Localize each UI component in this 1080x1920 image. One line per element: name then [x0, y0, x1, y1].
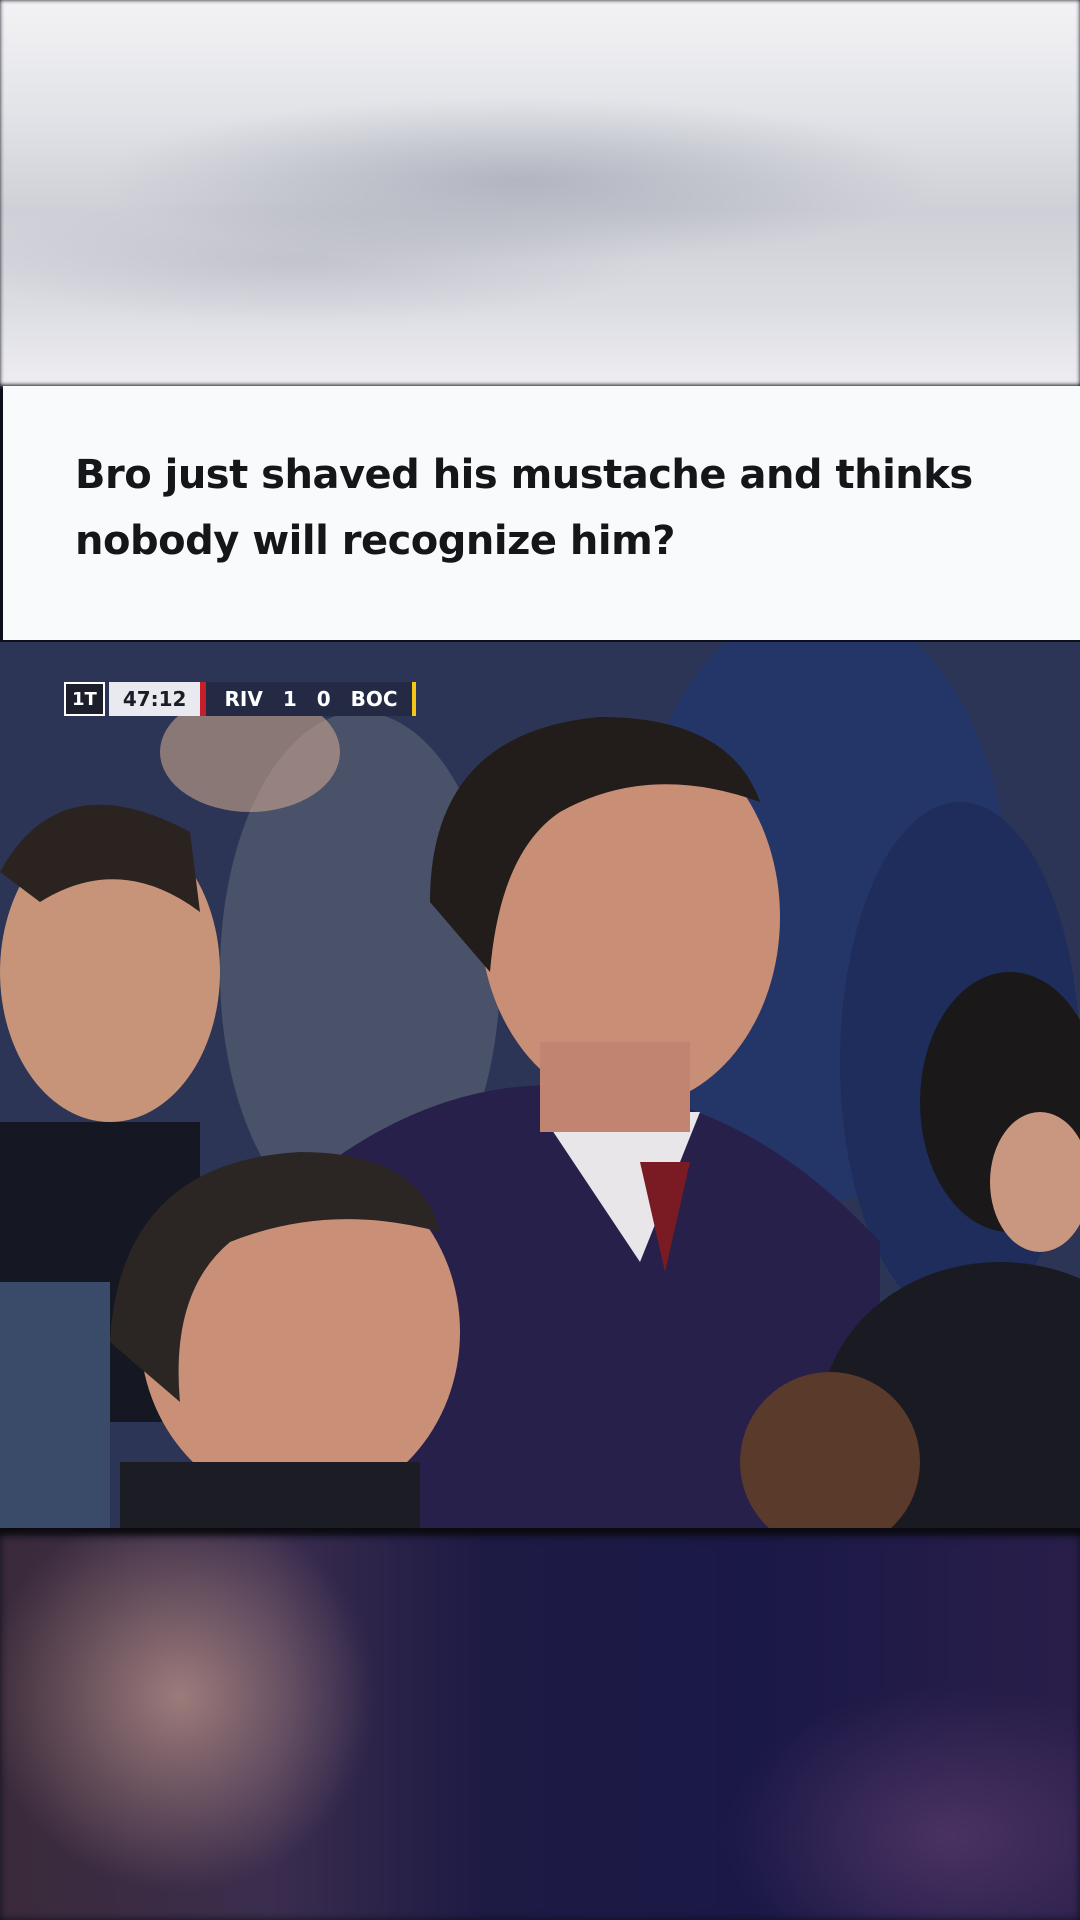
- scoreboard-away-score: 0: [316, 687, 331, 711]
- video-bottom-divider: [0, 1528, 1080, 1536]
- scoreboard-overlay: 1T 47:12 RIV 1 0 BOC: [64, 682, 416, 716]
- video-frame[interactable]: 1T 47:12 RIV 1 0 BOC: [0, 642, 1080, 1528]
- caption-card: Bro just shaved his mustache and thinks …: [3, 386, 1080, 640]
- scoreboard-away-color: [411, 682, 416, 716]
- scoreboard-home-score: 1: [282, 687, 297, 711]
- caption-text: Bro just shaved his mustache and thinks …: [75, 452, 973, 564]
- scoreboard-away-team: BOC: [350, 687, 398, 711]
- scoreboard-home-team: RIV: [224, 687, 263, 711]
- scoreboard-period: 1T: [64, 682, 105, 716]
- blurred-background-bottom: [0, 1536, 1080, 1920]
- crowd-scene-image: [0, 642, 1080, 1528]
- blurred-background-top: [0, 0, 1080, 385]
- scoreboard-teams: RIV 1 0 BOC: [206, 682, 412, 716]
- scoreboard-clock: 47:12: [108, 682, 201, 716]
